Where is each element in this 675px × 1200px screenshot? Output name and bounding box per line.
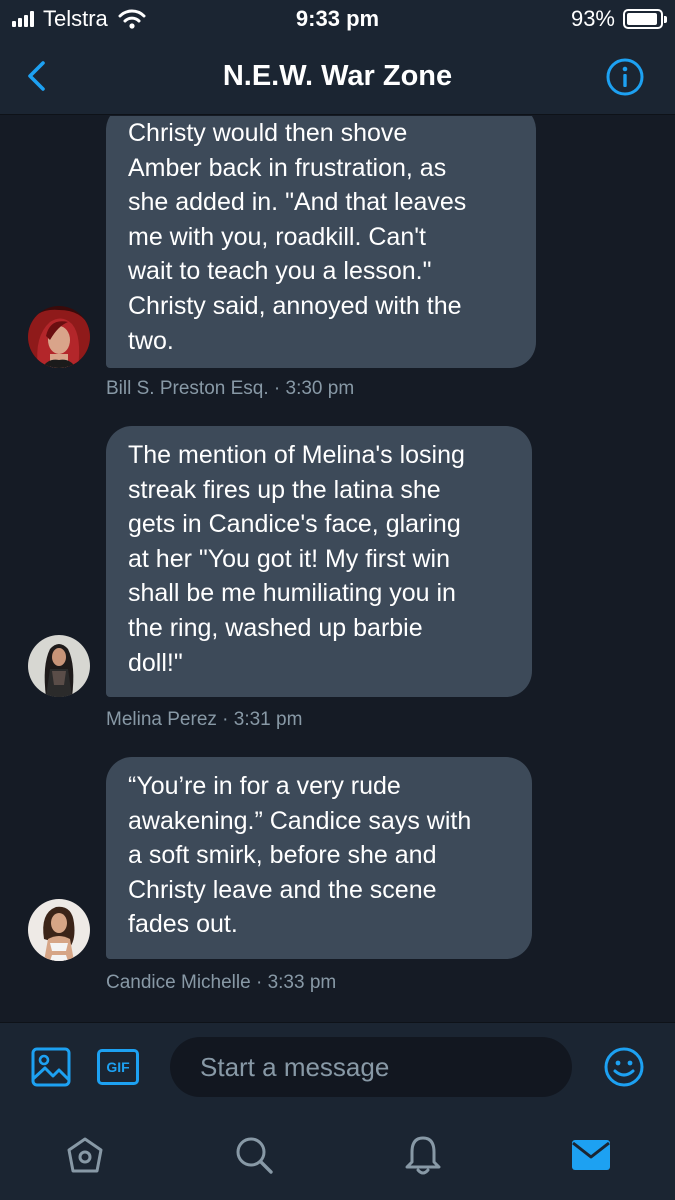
message-input[interactable] <box>170 1037 572 1097</box>
avatar[interactable] <box>28 899 90 961</box>
avatar[interactable] <box>28 306 90 368</box>
chevron-left-icon[interactable] <box>18 56 58 96</box>
conversation-title[interactable]: N.E.W. War Zone <box>120 56 555 96</box>
info-icon[interactable] <box>605 57 645 97</box>
message-bubble[interactable]: “You’re in for a very rude awakening.” C… <box>106 757 532 959</box>
home-icon[interactable] <box>64 1134 106 1176</box>
battery-icon <box>623 9 667 29</box>
avatar-image <box>28 899 90 961</box>
image-icon[interactable] <box>30 1046 72 1088</box>
message-bubble[interactable]: Christy would then shove Amber back in f… <box>106 116 536 368</box>
message-meta: Bill S. Preston Esq. · 3:30 pm <box>106 378 355 399</box>
mail-icon[interactable] <box>570 1134 612 1176</box>
dm-conversation-screen: Telstra 9:33 pm 93% N.E.W. War Zone Chri… <box>0 0 675 1200</box>
message-meta: Candice Michelle · 3:33 pm <box>106 972 337 993</box>
tab-bar <box>0 1114 675 1200</box>
message-composer: GIF <box>0 1022 675 1114</box>
status-bar: Telstra 9:33 pm 93% <box>0 0 675 38</box>
avatar-image <box>28 635 90 697</box>
battery-level-fill <box>627 13 657 25</box>
search-icon[interactable] <box>233 1134 275 1176</box>
message-list[interactable]: Christy would then shove Amber back in f… <box>0 116 675 1022</box>
battery-percent: 93% <box>570 6 615 31</box>
avatar[interactable] <box>28 635 90 697</box>
gif-button[interactable]: GIF <box>97 1049 139 1085</box>
status-right: 93% <box>570 6 667 32</box>
message-bubble[interactable]: The mention of Melina's losing streak fi… <box>106 426 532 697</box>
avatar-image <box>28 306 90 368</box>
nav-bar: N.E.W. War Zone <box>0 38 675 115</box>
bell-icon[interactable] <box>402 1134 444 1176</box>
emoji-icon[interactable] <box>603 1046 645 1088</box>
message-meta: Melina Perez · 3:31 pm <box>106 709 303 730</box>
